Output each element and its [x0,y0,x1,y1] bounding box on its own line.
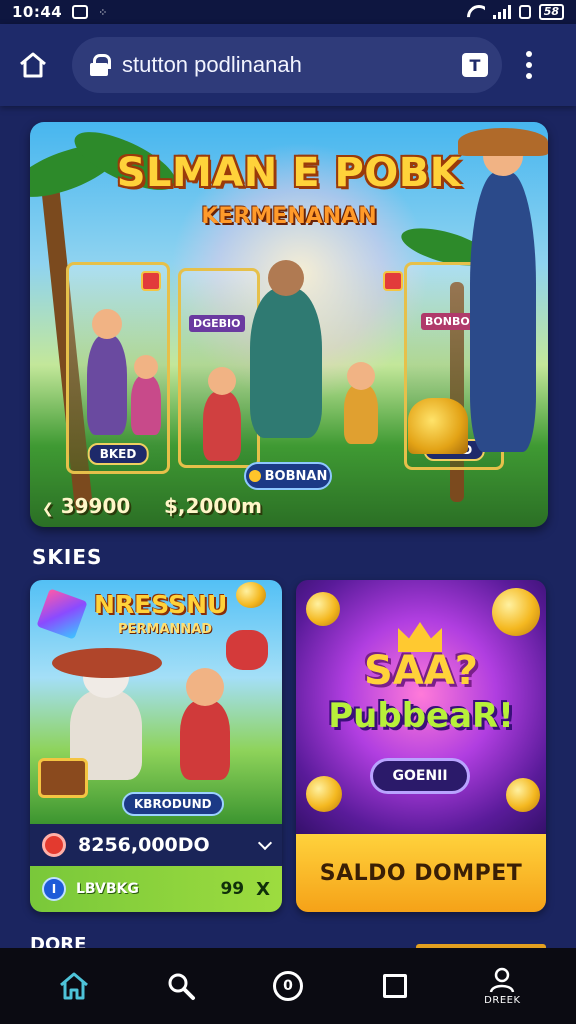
character-figure [203,367,241,461]
saldo-dompet-button[interactable]: SALDO DOMPET [296,834,546,912]
gold-pile [408,398,468,454]
amount-text: 39900 [60,494,131,518]
user-icon [490,967,515,992]
signal-icon [492,5,511,19]
search-icon [168,973,195,1000]
status-right: 58 [467,4,564,20]
section-title: SKIES [32,545,103,569]
coin-icon [306,776,342,812]
character-figure [131,355,161,435]
promo-tag: KBRODUND [122,792,224,816]
promo-title: SAA? [364,648,478,694]
coin-icon [506,778,540,812]
hat-icon [52,648,162,678]
coin-icon [306,592,340,626]
bonus-label: BOBNAN [264,468,328,484]
home-button[interactable] [16,48,50,82]
character-figure [180,668,230,780]
hat-icon [458,128,548,156]
hero-panel-left[interactable]: BKED [66,262,170,474]
hero-main-character [250,260,322,438]
gem-icon [36,588,88,640]
promo-art-button[interactable]: GOENII [370,758,470,794]
green-row-count: 99 [220,879,245,899]
hero-banner[interactable]: SLMAN E POBK KERMENANAN BKED DGEBIO BONB… [30,122,548,527]
menu-dot [526,73,532,79]
promo-subtitle: PERMANNAD [118,622,213,637]
promo-art: SAA? PubbeaR! GOENII [296,580,546,834]
tabs-button[interactable]: T [462,53,488,77]
wifi-icon [467,5,485,19]
character-figure [87,309,127,435]
square-icon [383,974,408,998]
value-text: 8256,000DO [78,834,210,856]
menu-dot [526,62,532,68]
flag-icon [141,271,161,291]
promo-title: NRESSNU [94,590,228,619]
next-section-title: DORE [30,934,87,948]
coin-icon [248,470,261,482]
home-icon [20,52,46,78]
promo-title-line2: PubbeaR! [328,696,514,736]
bottom-navigation: 0 DREEK [0,948,576,1024]
promo-card-right[interactable]: SAA? PubbeaR! GOENII SALDO DOMPET [296,580,546,912]
nav-center[interactable]: 0 [248,956,328,1016]
dots-icon: ⁘ [98,5,109,19]
hero-amount-left: ❮ 39900 [42,494,130,518]
lock-icon [90,54,111,76]
chest-icon [38,758,88,798]
nav-profile[interactable]: DREEK [462,956,542,1016]
address-bar[interactable]: stutton podlinanah T [72,37,502,93]
hero-amount-right: $,2000m [164,494,263,518]
value-row[interactable]: 8256,000DO [30,824,282,866]
url-text: stutton podlinanah [122,52,302,77]
explorer-character [470,136,536,452]
character-figure [344,362,378,444]
nav-search[interactable] [141,956,221,1016]
promo-card-left[interactable]: NRESSNU PERMANNAD KBRODUND 8256,000DO I … [30,580,282,912]
nav-profile-caption: DREEK [484,994,521,1006]
chevron-down-icon [257,835,273,851]
home-icon [59,972,88,1000]
coin-icon [492,588,540,636]
hero-bonus-button[interactable]: BOBNAN [244,462,332,490]
status-time: 10:44 [12,3,63,21]
panel-tag: BKED [87,443,149,465]
green-row-label: LBVBKG [76,881,139,897]
green-row[interactable]: I LBVBKG 99 X [30,866,282,912]
notification-icon [72,5,89,19]
record-icon [42,833,66,857]
mascot-icon [226,630,268,670]
status-left: 10:44 ⁘ [12,3,108,21]
chevron-left-icon: ❮ [42,501,54,517]
battery-icon: 58 [538,4,564,20]
status-bar: 10:44 ⁘ 58 [0,0,576,24]
menu-dot [526,51,532,57]
coin-icon [236,582,266,608]
promo-art: NRESSNU PERMANNAD KBRODUND [30,580,282,824]
flag-icon [383,271,403,291]
hero-title: SLMAN E POBK [116,150,462,196]
sim-icon [518,5,531,19]
close-icon[interactable]: X [256,879,270,900]
info-badge-icon: I [42,877,66,901]
circle-logo-icon: 0 [272,971,303,1001]
panel-sign: DGEBIO [189,315,245,332]
menu-button[interactable] [526,51,532,79]
hero-subtitle: KERMENANAN [201,204,377,229]
nav-tabs[interactable] [355,956,435,1016]
nav-home[interactable] [34,956,114,1016]
hero-panel-center[interactable]: DGEBIO [178,268,260,468]
browser-toolbar: stutton podlinanah T [0,24,576,106]
